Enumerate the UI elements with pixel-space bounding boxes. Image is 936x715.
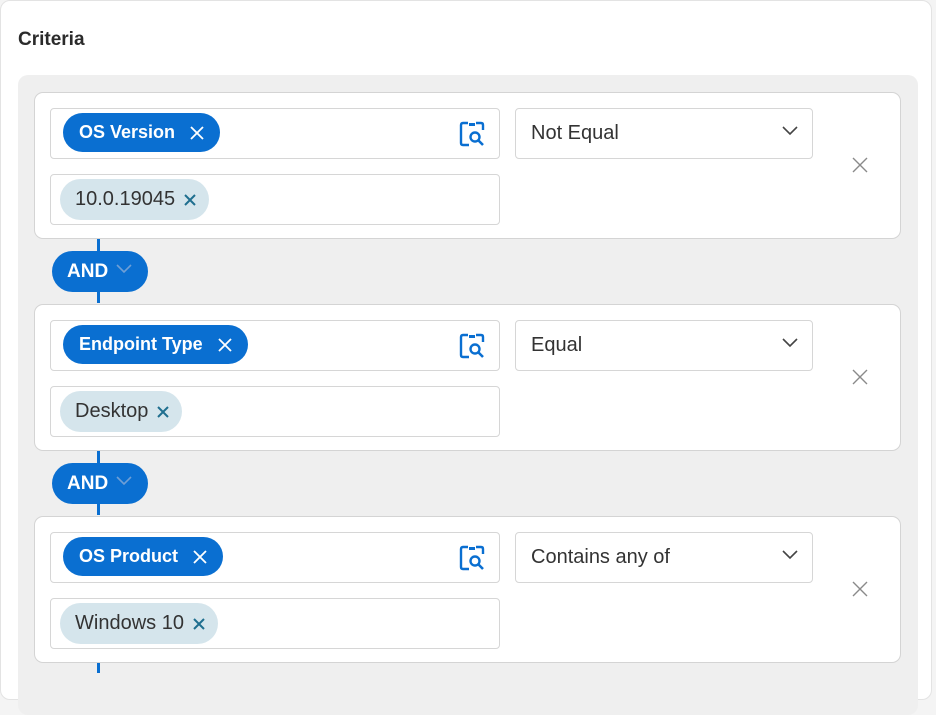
close-icon[interactable] — [849, 366, 871, 388]
field-selector[interactable]: OS Version — [50, 108, 500, 159]
section-title: Criteria — [18, 29, 85, 50]
chevron-down-icon — [782, 126, 798, 136]
field-pill-label: OS Product — [79, 546, 179, 566]
operator-select-value: Not Equal — [531, 122, 619, 144]
chevron-down-icon — [116, 476, 132, 486]
criteria-row: OS Version 10.0.19045 Not Equal — [34, 92, 901, 239]
close-icon[interactable] — [849, 578, 871, 600]
field-pill-label: Endpoint Type — [79, 334, 203, 354]
close-icon[interactable] — [189, 125, 205, 141]
value-input[interactable]: 10.0.19045 — [50, 174, 500, 225]
lookup-icon[interactable] — [459, 545, 485, 571]
field-pill: Endpoint Type — [63, 325, 248, 364]
logic-operator-label: AND — [67, 260, 109, 282]
criteria-row: OS Product Windows 10 Contains any of — [34, 516, 901, 663]
connector-line — [97, 663, 100, 673]
chevron-down-icon — [782, 338, 798, 348]
field-pill-label: OS Version — [79, 122, 176, 142]
value-chip: 10.0.19045 — [60, 179, 210, 220]
operator-select[interactable]: Equal — [515, 320, 813, 371]
close-icon[interactable] — [183, 193, 197, 207]
field-selector[interactable]: OS Product — [50, 532, 500, 583]
field-pill: OS Product — [63, 537, 224, 576]
close-icon[interactable] — [217, 337, 233, 353]
value-chip-label: 10.0.19045 — [75, 188, 176, 210]
criteria-row: Endpoint Type Desktop Equal — [34, 304, 901, 451]
criteria-panel: Criteria OS Version 10.0.19045 Not Equal… — [0, 0, 932, 715]
lookup-icon[interactable] — [459, 333, 485, 359]
field-selector[interactable]: Endpoint Type — [50, 320, 500, 371]
value-chip: Windows 10 — [60, 603, 218, 644]
chevron-down-icon — [116, 264, 132, 274]
logic-operator-button[interactable]: AND — [52, 463, 148, 504]
value-chip-label: Windows 10 — [75, 612, 184, 634]
value-chip-label: Desktop — [75, 400, 149, 422]
value-input[interactable]: Windows 10 — [50, 598, 500, 649]
operator-select-value: Contains any of — [531, 546, 670, 568]
close-icon[interactable] — [156, 405, 170, 419]
close-icon[interactable] — [192, 617, 206, 631]
lookup-icon[interactable] — [459, 121, 485, 147]
field-pill: OS Version — [63, 113, 221, 152]
value-chip: Desktop — [60, 391, 183, 432]
value-input[interactable]: Desktop — [50, 386, 500, 437]
close-icon[interactable] — [192, 549, 208, 565]
chevron-down-icon — [782, 550, 798, 560]
operator-select-value: Equal — [531, 334, 583, 356]
close-icon[interactable] — [849, 154, 871, 176]
logic-operator-button[interactable]: AND — [52, 251, 148, 292]
operator-select[interactable]: Not Equal — [515, 108, 813, 159]
operator-select[interactable]: Contains any of — [515, 532, 813, 583]
logic-operator-label: AND — [67, 472, 109, 494]
